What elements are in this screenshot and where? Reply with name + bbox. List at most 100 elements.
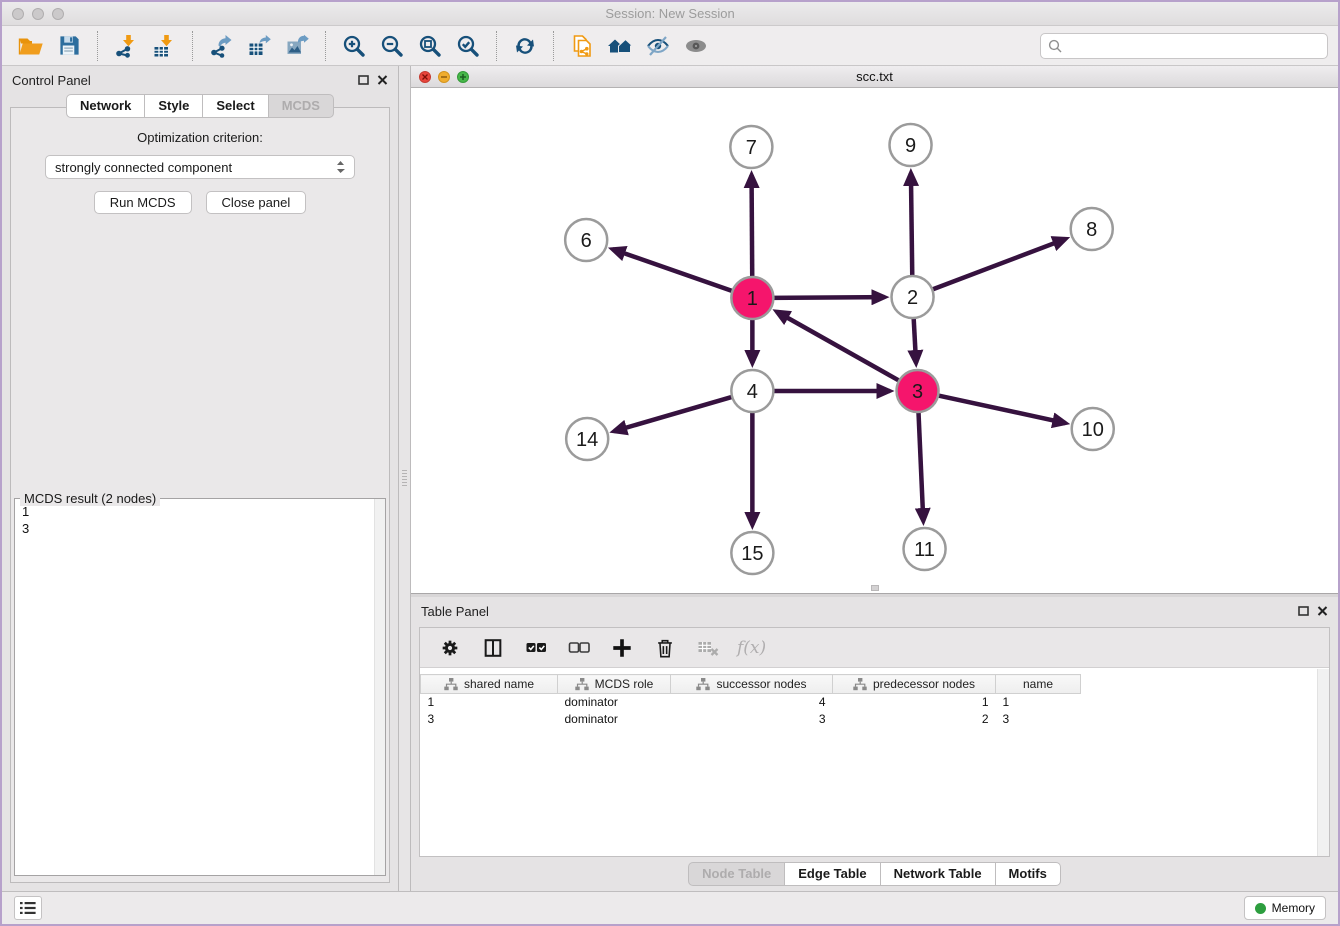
deselect-all-icon (567, 637, 591, 659)
network-canvas[interactable]: 7 9 6 8 1 2 4 3 14 10 15 11 (411, 88, 1338, 593)
graph-node-9[interactable]: 9 (890, 124, 932, 166)
first-neighbors-button[interactable] (604, 30, 636, 62)
import-network-button[interactable] (110, 30, 142, 62)
tab-edge-table[interactable]: Edge Table (785, 862, 880, 886)
graph-edge-3-1[interactable] (777, 312, 901, 382)
show-columns-button[interactable] (477, 632, 509, 664)
minimize-network-button[interactable] (438, 71, 450, 83)
criterion-select[interactable]: strongly connected component (45, 155, 355, 179)
zoom-selected-button[interactable] (452, 30, 484, 62)
panel-divider[interactable] (398, 66, 411, 891)
graph-node-14[interactable]: 14 (566, 418, 608, 460)
toolbar-separator (325, 31, 326, 61)
refresh-button[interactable] (509, 30, 541, 62)
tab-select[interactable]: Select (203, 94, 268, 118)
close-table-panel-button[interactable] (1317, 606, 1328, 616)
column-label: predecessor nodes (873, 677, 975, 691)
memory-button[interactable]: Memory (1244, 896, 1326, 920)
hide-selected-button[interactable] (642, 30, 674, 62)
close-network-button[interactable] (419, 71, 431, 83)
graph-node-15[interactable]: 15 (731, 532, 773, 574)
window-resize-handle[interactable] (871, 585, 879, 591)
select-all-button[interactable] (520, 632, 552, 664)
mcds-result-list: 13 (15, 499, 385, 875)
add-column-button[interactable] (606, 632, 638, 664)
export-table-button[interactable] (243, 30, 275, 62)
search-field[interactable] (1040, 33, 1328, 59)
select-chevrons-icon (336, 160, 345, 174)
graph-edge-4-14[interactable] (614, 396, 734, 431)
save-session-button[interactable] (53, 30, 85, 62)
task-history-button[interactable] (14, 896, 42, 920)
open-session-button[interactable] (15, 30, 47, 62)
graph-edge-1-2[interactable] (771, 297, 884, 298)
tab-motifs[interactable]: Motifs (996, 862, 1061, 886)
zoom-in-button[interactable] (338, 30, 370, 62)
close-window-button[interactable] (12, 8, 24, 20)
graph-edge-3-10[interactable] (936, 395, 1065, 423)
divider-grip[interactable] (402, 470, 407, 486)
clone-network-button[interactable] (566, 30, 598, 62)
column-header-successor-nodes[interactable]: successor nodes (671, 675, 833, 694)
workspace-area: scc.txt 7968124314101511 Table Panel (411, 66, 1338, 891)
table-scrollbar[interactable] (1317, 669, 1329, 856)
graph-edge-1-7[interactable] (752, 175, 753, 279)
search-input[interactable] (1067, 38, 1320, 53)
export-image-icon (285, 34, 309, 58)
graph-node-4[interactable]: 4 (731, 370, 773, 412)
graph-node-2[interactable]: 2 (892, 276, 934, 318)
close-panel-button[interactable] (377, 75, 388, 85)
column-header-shared-name[interactable]: shared name (421, 675, 558, 694)
graph-node-6[interactable]: 6 (565, 219, 607, 261)
tab-network-table[interactable]: Network Table (881, 862, 996, 886)
table-row[interactable]: 3dominator323 (421, 711, 1081, 728)
gear-icon (439, 637, 461, 659)
graph-edge-2-9[interactable] (911, 173, 912, 278)
graph-node-11[interactable]: 11 (904, 528, 946, 570)
tab-mcds[interactable]: MCDS (269, 94, 334, 118)
close-icon (1317, 606, 1328, 616)
column-header-mcds-role[interactable]: MCDS role (558, 675, 671, 694)
column-label: successor nodes (716, 677, 806, 691)
zoom-fit-button[interactable] (414, 30, 446, 62)
graph-edge-3-11[interactable] (918, 410, 923, 521)
deselect-all-button[interactable] (563, 632, 595, 664)
network-view-window: scc.txt 7968124314101511 (411, 66, 1338, 594)
tab-style[interactable]: Style (145, 94, 203, 118)
table-mode-button[interactable] (434, 632, 466, 664)
graph-node-7[interactable]: 7 (730, 126, 772, 168)
run-mcds-button[interactable]: Run MCDS (94, 191, 192, 214)
graph-node-8[interactable]: 8 (1071, 208, 1113, 250)
node-label: 1 (747, 288, 758, 310)
refresh-icon (513, 34, 537, 58)
export-network-icon (209, 34, 233, 58)
graph-edge-1-6[interactable] (613, 249, 735, 291)
float-panel-button[interactable] (358, 75, 369, 85)
float-table-panel-button[interactable] (1298, 606, 1309, 616)
table-body: 1dominator4113dominator323 (421, 694, 1081, 728)
graph-edge-2-8[interactable] (930, 239, 1065, 290)
column-namespace-icon (696, 678, 710, 691)
graph-node-1[interactable]: 1 (731, 277, 773, 319)
cell-mcds-role: dominator (558, 694, 671, 711)
graph-edge-2-3[interactable] (914, 316, 917, 363)
graph-node-3[interactable]: 3 (897, 370, 939, 412)
clone-network-icon (570, 34, 594, 58)
tab-network[interactable]: Network (66, 94, 145, 118)
column-header-name[interactable]: name (996, 675, 1081, 694)
result-scrollbar[interactable] (374, 499, 385, 875)
import-table-button[interactable] (148, 30, 180, 62)
export-image-button[interactable] (281, 30, 313, 62)
search-icon (1048, 39, 1062, 53)
close-panel-button-mcds[interactable]: Close panel (206, 191, 307, 214)
tab-node-table[interactable]: Node Table (688, 862, 785, 886)
column-header-predecessor-nodes[interactable]: predecessor nodes (833, 675, 996, 694)
delete-columns-button[interactable] (649, 632, 681, 664)
zoom-out-button[interactable] (376, 30, 408, 62)
table-row[interactable]: 1dominator411 (421, 694, 1081, 711)
maximize-network-button[interactable] (457, 71, 469, 83)
export-network-button[interactable] (205, 30, 237, 62)
graph-node-10[interactable]: 10 (1072, 408, 1114, 450)
minimize-window-button[interactable] (32, 8, 44, 20)
zoom-window-button[interactable] (52, 8, 64, 20)
